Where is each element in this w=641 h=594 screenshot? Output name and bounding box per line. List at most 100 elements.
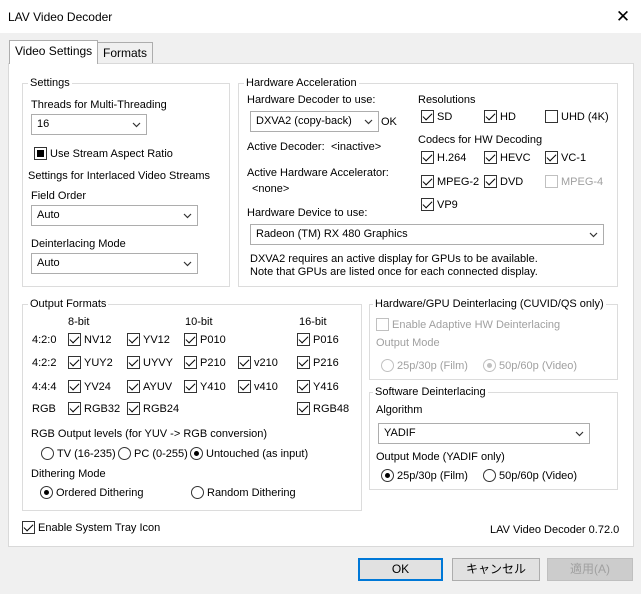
res-uhd-label: UHD (4K) <box>561 111 609 123</box>
settings-group-title: Settings <box>28 77 72 89</box>
fmt-p216-checkbox[interactable] <box>297 356 310 369</box>
threads-label: Threads for Multi-Threading <box>31 99 167 111</box>
fmt-p010-checkbox[interactable] <box>184 333 197 346</box>
row-420-label: 4:2:0 <box>32 334 57 346</box>
codec-mpeg4-checkbox[interactable] <box>545 175 558 188</box>
output-formats-title: Output Formats <box>28 298 109 310</box>
hw-deint-25p-label: 25p/30p (Film) <box>397 360 468 372</box>
fmt-y410-label: Y410 <box>200 381 226 393</box>
levels-tv-radio[interactable] <box>41 447 54 460</box>
fmt-yuy2-checkbox[interactable] <box>68 356 81 369</box>
fmt-v210-label: v210 <box>254 357 278 369</box>
fmt-p016-checkbox[interactable] <box>297 333 310 346</box>
fmt-uyvy-label: UYVY <box>143 357 173 369</box>
fmt-yv24-checkbox[interactable] <box>68 380 81 393</box>
levels-tv-label: TV (16-235) <box>57 448 116 460</box>
stream-aspect-checkbox[interactable] <box>34 147 47 160</box>
codecs-label: Codecs for HW Decoding <box>418 134 543 146</box>
fmt-rgb32-checkbox[interactable] <box>68 402 81 415</box>
res-hd-label: HD <box>500 111 516 123</box>
levels-untouched-radio[interactable] <box>190 447 203 460</box>
col-8bit-label: 8-bit <box>68 316 90 328</box>
hw-decoder-value: DXVA2 (copy-back) <box>256 115 352 127</box>
tab-formats[interactable]: Formats <box>97 42 154 64</box>
stream-aspect-label: Use Stream Aspect Ratio <box>50 148 173 160</box>
codec-hevc-checkbox[interactable] <box>484 151 497 164</box>
sw-deint-algorithm-label: Algorithm <box>376 404 423 416</box>
tab-video-settings[interactable]: Video Settings <box>9 40 99 64</box>
threads-value: 16 <box>37 118 50 130</box>
hw-device-value: Radeon (TM) RX 480 Graphics <box>256 228 408 240</box>
fmt-p016-label: P016 <box>313 334 339 346</box>
threads-combo[interactable]: 16 <box>31 114 147 135</box>
fmt-p010-label: P010 <box>200 334 226 346</box>
codec-mpeg2-checkbox[interactable] <box>421 175 434 188</box>
fmt-yv12-checkbox[interactable] <box>127 333 140 346</box>
hw-deint-title: Hardware/GPU Deinterlacing (CUVID/QS onl… <box>373 298 606 310</box>
res-hd-checkbox[interactable] <box>484 110 497 123</box>
fmt-p216-label: P216 <box>313 357 339 369</box>
window-title: LAV Video Decoder <box>8 10 113 24</box>
codec-vc1-checkbox[interactable] <box>545 151 558 164</box>
levels-pc-radio[interactable] <box>118 447 131 460</box>
hw-deint-adaptive-checkbox[interactable] <box>376 318 389 331</box>
resolutions-label: Resolutions <box>418 94 476 106</box>
chevron-down-icon <box>589 232 598 238</box>
fmt-rgb48-checkbox[interactable] <box>297 402 310 415</box>
codec-mpeg2-label: MPEG-2 <box>437 176 480 188</box>
res-sd-checkbox[interactable] <box>421 110 434 123</box>
sw-deint-25p-radio[interactable] <box>381 469 394 482</box>
cancel-button[interactable]: キャンセル <box>452 558 540 581</box>
hw-deint-25p-radio[interactable] <box>381 359 394 372</box>
system-tray-label: Enable System Tray Icon <box>38 522 161 534</box>
col-16bit-label: 16-bit <box>299 316 327 328</box>
hw-device-combo[interactable]: Radeon (TM) RX 480 Graphics <box>250 224 604 245</box>
dither-ordered-radio[interactable] <box>40 486 53 499</box>
fmt-v410-checkbox[interactable] <box>238 380 251 393</box>
fmt-y410-checkbox[interactable] <box>184 380 197 393</box>
dither-random-radio[interactable] <box>191 486 204 499</box>
dither-random-label: Random Dithering <box>207 487 296 499</box>
fmt-v210-checkbox[interactable] <box>238 356 251 369</box>
hw-deint-50p-radio[interactable] <box>483 359 496 372</box>
codec-h264-label: H.264 <box>437 152 467 164</box>
fmt-uyvy-checkbox[interactable] <box>127 356 140 369</box>
apply-button[interactable]: 適用(A) <box>547 558 633 581</box>
sw-deint-50p-radio[interactable] <box>483 469 496 482</box>
levels-untouched-label: Untouched (as input) <box>206 448 309 460</box>
hw-deint-output-mode-label: Output Mode <box>376 337 440 349</box>
fmt-v410-label: v410 <box>254 381 278 393</box>
fmt-rgb24-checkbox[interactable] <box>127 402 140 415</box>
sw-deint-50p-label: 50p/60p (Video) <box>499 470 578 482</box>
codec-hevc-label: HEVC <box>500 152 531 164</box>
res-uhd-checkbox[interactable] <box>545 110 558 123</box>
field-order-label: Field Order <box>31 190 87 202</box>
dither-ordered-label: Ordered Dithering <box>56 487 144 499</box>
system-tray-checkbox[interactable] <box>22 521 35 534</box>
hw-decoder-combo[interactable]: DXVA2 (copy-back) <box>250 111 379 132</box>
fmt-yv24-label: YV24 <box>84 381 111 393</box>
fmt-ayuv-checkbox[interactable] <box>127 380 140 393</box>
field-order-combo[interactable]: Auto <box>31 205 198 226</box>
codec-dvd-checkbox[interactable] <box>484 175 497 188</box>
sw-deint-output-mode-label: Output Mode (YADIF only) <box>376 451 505 463</box>
sw-deint-algorithm-value: YADIF <box>384 427 416 439</box>
row-422-label: 4:2:2 <box>32 357 57 369</box>
codec-vc1-label: VC-1 <box>561 152 587 164</box>
codec-vp9-checkbox[interactable] <box>421 198 434 211</box>
fmt-nv12-checkbox[interactable] <box>68 333 81 346</box>
codec-h264-checkbox[interactable] <box>421 151 434 164</box>
sw-deint-algorithm-combo[interactable]: YADIF <box>378 423 590 444</box>
levels-pc-label: PC (0-255) <box>134 448 188 460</box>
fmt-nv12-label: NV12 <box>84 334 112 346</box>
fmt-rgb48-label: RGB48 <box>313 403 350 415</box>
fmt-p210-checkbox[interactable] <box>184 356 197 369</box>
codec-dvd-label: DVD <box>500 176 524 188</box>
ok-button[interactable]: OK <box>358 558 443 581</box>
fmt-rgb32-label: RGB32 <box>84 403 121 415</box>
fmt-y416-checkbox[interactable] <box>297 380 310 393</box>
hw-decoder-status: OK <box>381 116 397 128</box>
deint-mode-combo[interactable]: Auto <box>31 253 198 274</box>
fmt-yuy2-label: YUY2 <box>84 357 113 369</box>
close-icon[interactable]: ✕ <box>612 6 634 28</box>
